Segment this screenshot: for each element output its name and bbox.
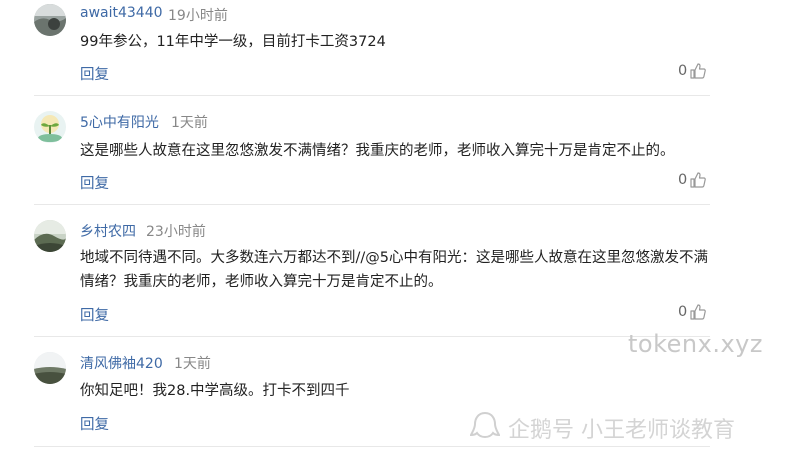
brand-watermark-text: 企鹅号 小王老师谈教育 xyxy=(508,418,735,443)
thumbs-up-icon xyxy=(689,171,707,189)
avatar[interactable] xyxy=(34,352,66,384)
username[interactable]: 清风佛袖420 xyxy=(80,353,163,373)
comment-text: 地域不同待遇不同。大多数连六万都达不到//@5心中有阳光：这是哪些人故意在这里忽… xyxy=(80,250,708,290)
timestamp: 1天前 xyxy=(171,115,208,131)
like-button[interactable]: 0 xyxy=(678,303,707,321)
timestamp: 1天前 xyxy=(174,356,211,372)
avatar[interactable] xyxy=(34,111,66,143)
divider xyxy=(34,95,710,96)
reply-button[interactable]: 回复 xyxy=(80,63,109,84)
like-count: 0 xyxy=(678,63,688,79)
avatar[interactable] xyxy=(34,220,66,252)
divider xyxy=(34,336,710,337)
like-count: 0 xyxy=(678,172,688,188)
username[interactable]: 5心中有阳光 xyxy=(80,112,159,132)
comment-text: 你知足吧！我28.中学高级。打卡不到四千 xyxy=(80,383,350,399)
timestamp: 23小时前 xyxy=(146,224,206,240)
avatar[interactable] xyxy=(34,4,66,36)
divider xyxy=(34,446,710,447)
like-button[interactable]: 0 xyxy=(678,62,707,80)
like-button[interactable]: 0 xyxy=(678,171,707,189)
reply-button[interactable]: 回复 xyxy=(80,172,109,193)
brand-watermark: 企鹅号 小王老师谈教育 xyxy=(469,411,735,445)
reply-button[interactable]: 回复 xyxy=(80,413,109,434)
like-count: 0 xyxy=(678,304,688,320)
comment-text: 99年参公，11年中学一级，目前打卡工资3724 xyxy=(80,34,386,50)
domain-watermark: tokenx.xyz xyxy=(628,330,763,358)
reply-button[interactable]: 回复 xyxy=(80,304,109,325)
timestamp: 19小时前 xyxy=(168,8,228,24)
penguin-logo-icon xyxy=(469,411,501,445)
username[interactable]: await43440 xyxy=(80,5,163,21)
thumbs-up-icon xyxy=(689,62,707,80)
username[interactable]: 乡村农四 xyxy=(80,221,136,241)
thumbs-up-icon xyxy=(689,303,707,321)
divider xyxy=(34,204,710,205)
comment-text: 这是哪些人故意在这里忽悠激发不满情绪？我重庆的老师，老师收入算完十万是肯定不止的… xyxy=(80,143,675,159)
